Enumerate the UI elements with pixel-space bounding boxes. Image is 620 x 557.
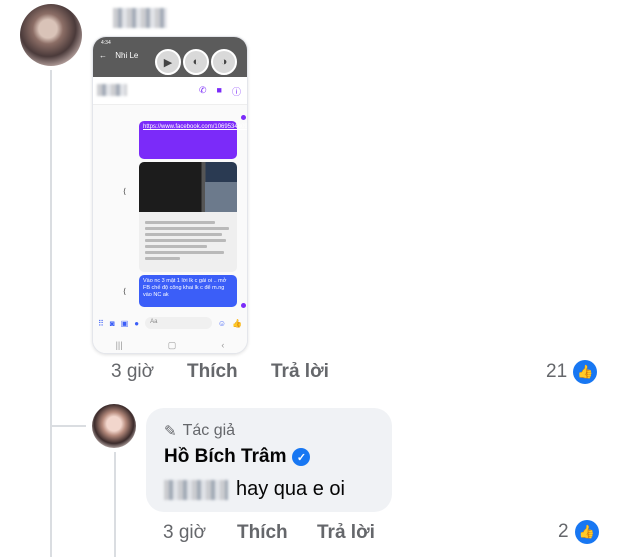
read-receipt [241, 303, 246, 308]
reaction-count: 2 [558, 521, 569, 542]
shared-post-text [145, 218, 233, 263]
commenter-name-redacted [113, 8, 167, 28]
like-button[interactable]: Thích [187, 361, 271, 383]
video-call-icon: ■ [216, 85, 222, 95]
camera-icon: ◙ [109, 318, 115, 328]
sent-message: Vào nc 3 mặt 1 lời lk c gái oi .. mở FB … [139, 275, 237, 307]
reply-text-row: hay qua e oi [164, 478, 345, 501]
mic-icon: ● [134, 318, 140, 328]
status-time: 4:34 [101, 40, 111, 46]
thread-line [50, 70, 52, 557]
play-icon: ▶ [155, 49, 181, 75]
shared-post-card [139, 162, 237, 272]
verified-check-icon: ✓ [292, 448, 311, 466]
reaction-summary[interactable]: 21 👍 [546, 360, 598, 384]
phone-call-icon: ✆ [199, 85, 207, 95]
comment-time[interactable]: 3 giờ [111, 361, 187, 383]
thread-line [50, 425, 86, 427]
reply-bubble: ✎ Tác giả Hồ Bích Trâm ✓ hay qua e oi [146, 408, 392, 512]
mention-redacted [164, 479, 228, 500]
sent-link-message: https://www.facebook.com/106953460975618… [139, 121, 247, 159]
share-icon: ⟨ [123, 287, 127, 296]
emoji-icon: ☺ [217, 318, 227, 328]
like-thumb-icon: 👍 [232, 318, 242, 328]
commenter-avatar[interactable] [20, 4, 82, 66]
back-icon: ‹ [221, 340, 225, 350]
contact-name: Nhi Le [115, 51, 139, 60]
share-icon: ⟨ [123, 187, 127, 196]
avatar-bubble: ◑ [211, 49, 237, 75]
reply-text: hay qua e oi [236, 478, 345, 500]
recents-icon: ||| [115, 340, 123, 350]
contact-name-redacted [97, 84, 127, 96]
apps-icon: ⠿ [98, 318, 104, 328]
reaction-summary[interactable]: 2 👍 [558, 520, 599, 544]
composer-input: Aa [145, 317, 212, 329]
messenger-back-row: ← Nhi Le [99, 51, 138, 60]
android-nav-bar: ||| ▢ ‹ [93, 335, 247, 353]
reply-button[interactable]: Trả lời [271, 361, 329, 383]
comment-actions: 3 giờ Thích Trả lời [111, 361, 329, 383]
read-receipt [241, 115, 246, 120]
messenger-header: ✆ ■ ⓘ [93, 77, 247, 105]
chat-heads: ▶ ◐ ◑ [155, 49, 237, 75]
attached-screenshot[interactable]: 4:34 ← Nhi Le ▶ ◐ ◑ ✆ ■ ⓘ https://www.fa… [92, 36, 248, 354]
thread-line [114, 452, 116, 557]
reply-actions: 3 giờ Thích Trả lời [163, 522, 375, 544]
home-icon: ▢ [167, 339, 177, 350]
reply-time[interactable]: 3 giờ [163, 522, 237, 544]
author-avatar[interactable] [92, 404, 136, 448]
like-button[interactable]: Thích [237, 522, 317, 544]
message-composer: ⠿ ◙ ▣ ● Aa ☺ 👍 [93, 313, 247, 333]
shared-post-image [205, 182, 237, 212]
avatar-bubble: ◐ [183, 49, 209, 75]
author-name[interactable]: Hồ Bích Trâm [164, 446, 286, 468]
back-arrow-icon: ← [99, 51, 107, 60]
info-icon: ⓘ [231, 87, 241, 97]
author-badge-label: Tác giả [182, 422, 236, 439]
author-badge: ✎ Tác giả [164, 422, 235, 440]
author-name-row: Hồ Bích Trâm ✓ [164, 446, 311, 468]
pen-icon: ✎ [164, 423, 177, 440]
reaction-count: 21 [546, 361, 568, 382]
image-icon: ▣ [120, 318, 129, 328]
reply-button[interactable]: Trả lời [317, 522, 375, 544]
like-thumb-icon: 👍 [573, 360, 598, 384]
like-thumb-icon: 👍 [574, 520, 599, 544]
